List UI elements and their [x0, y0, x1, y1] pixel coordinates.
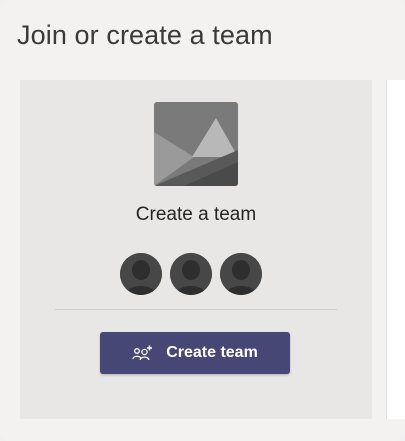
create-team-button-label: Create team — [166, 344, 258, 361]
card-divider — [55, 309, 337, 310]
create-team-title: Create a team — [135, 204, 257, 225]
team-placeholder-image — [154, 102, 238, 186]
page-title: Join or create a team — [17, 20, 273, 50]
person-avatar-icon — [170, 253, 212, 295]
join-or-create-team-page: Join or create a team Create a team Crea… — [0, 0, 405, 441]
adjacent-card-edge — [386, 80, 405, 419]
avatar-group — [120, 253, 272, 297]
person-avatar-icon — [220, 253, 262, 295]
create-team-button[interactable]: Create team — [100, 332, 290, 374]
person-avatar-icon — [120, 253, 162, 295]
create-team-card: Create a team Create team — [20, 80, 372, 419]
add-people-icon — [132, 344, 154, 362]
